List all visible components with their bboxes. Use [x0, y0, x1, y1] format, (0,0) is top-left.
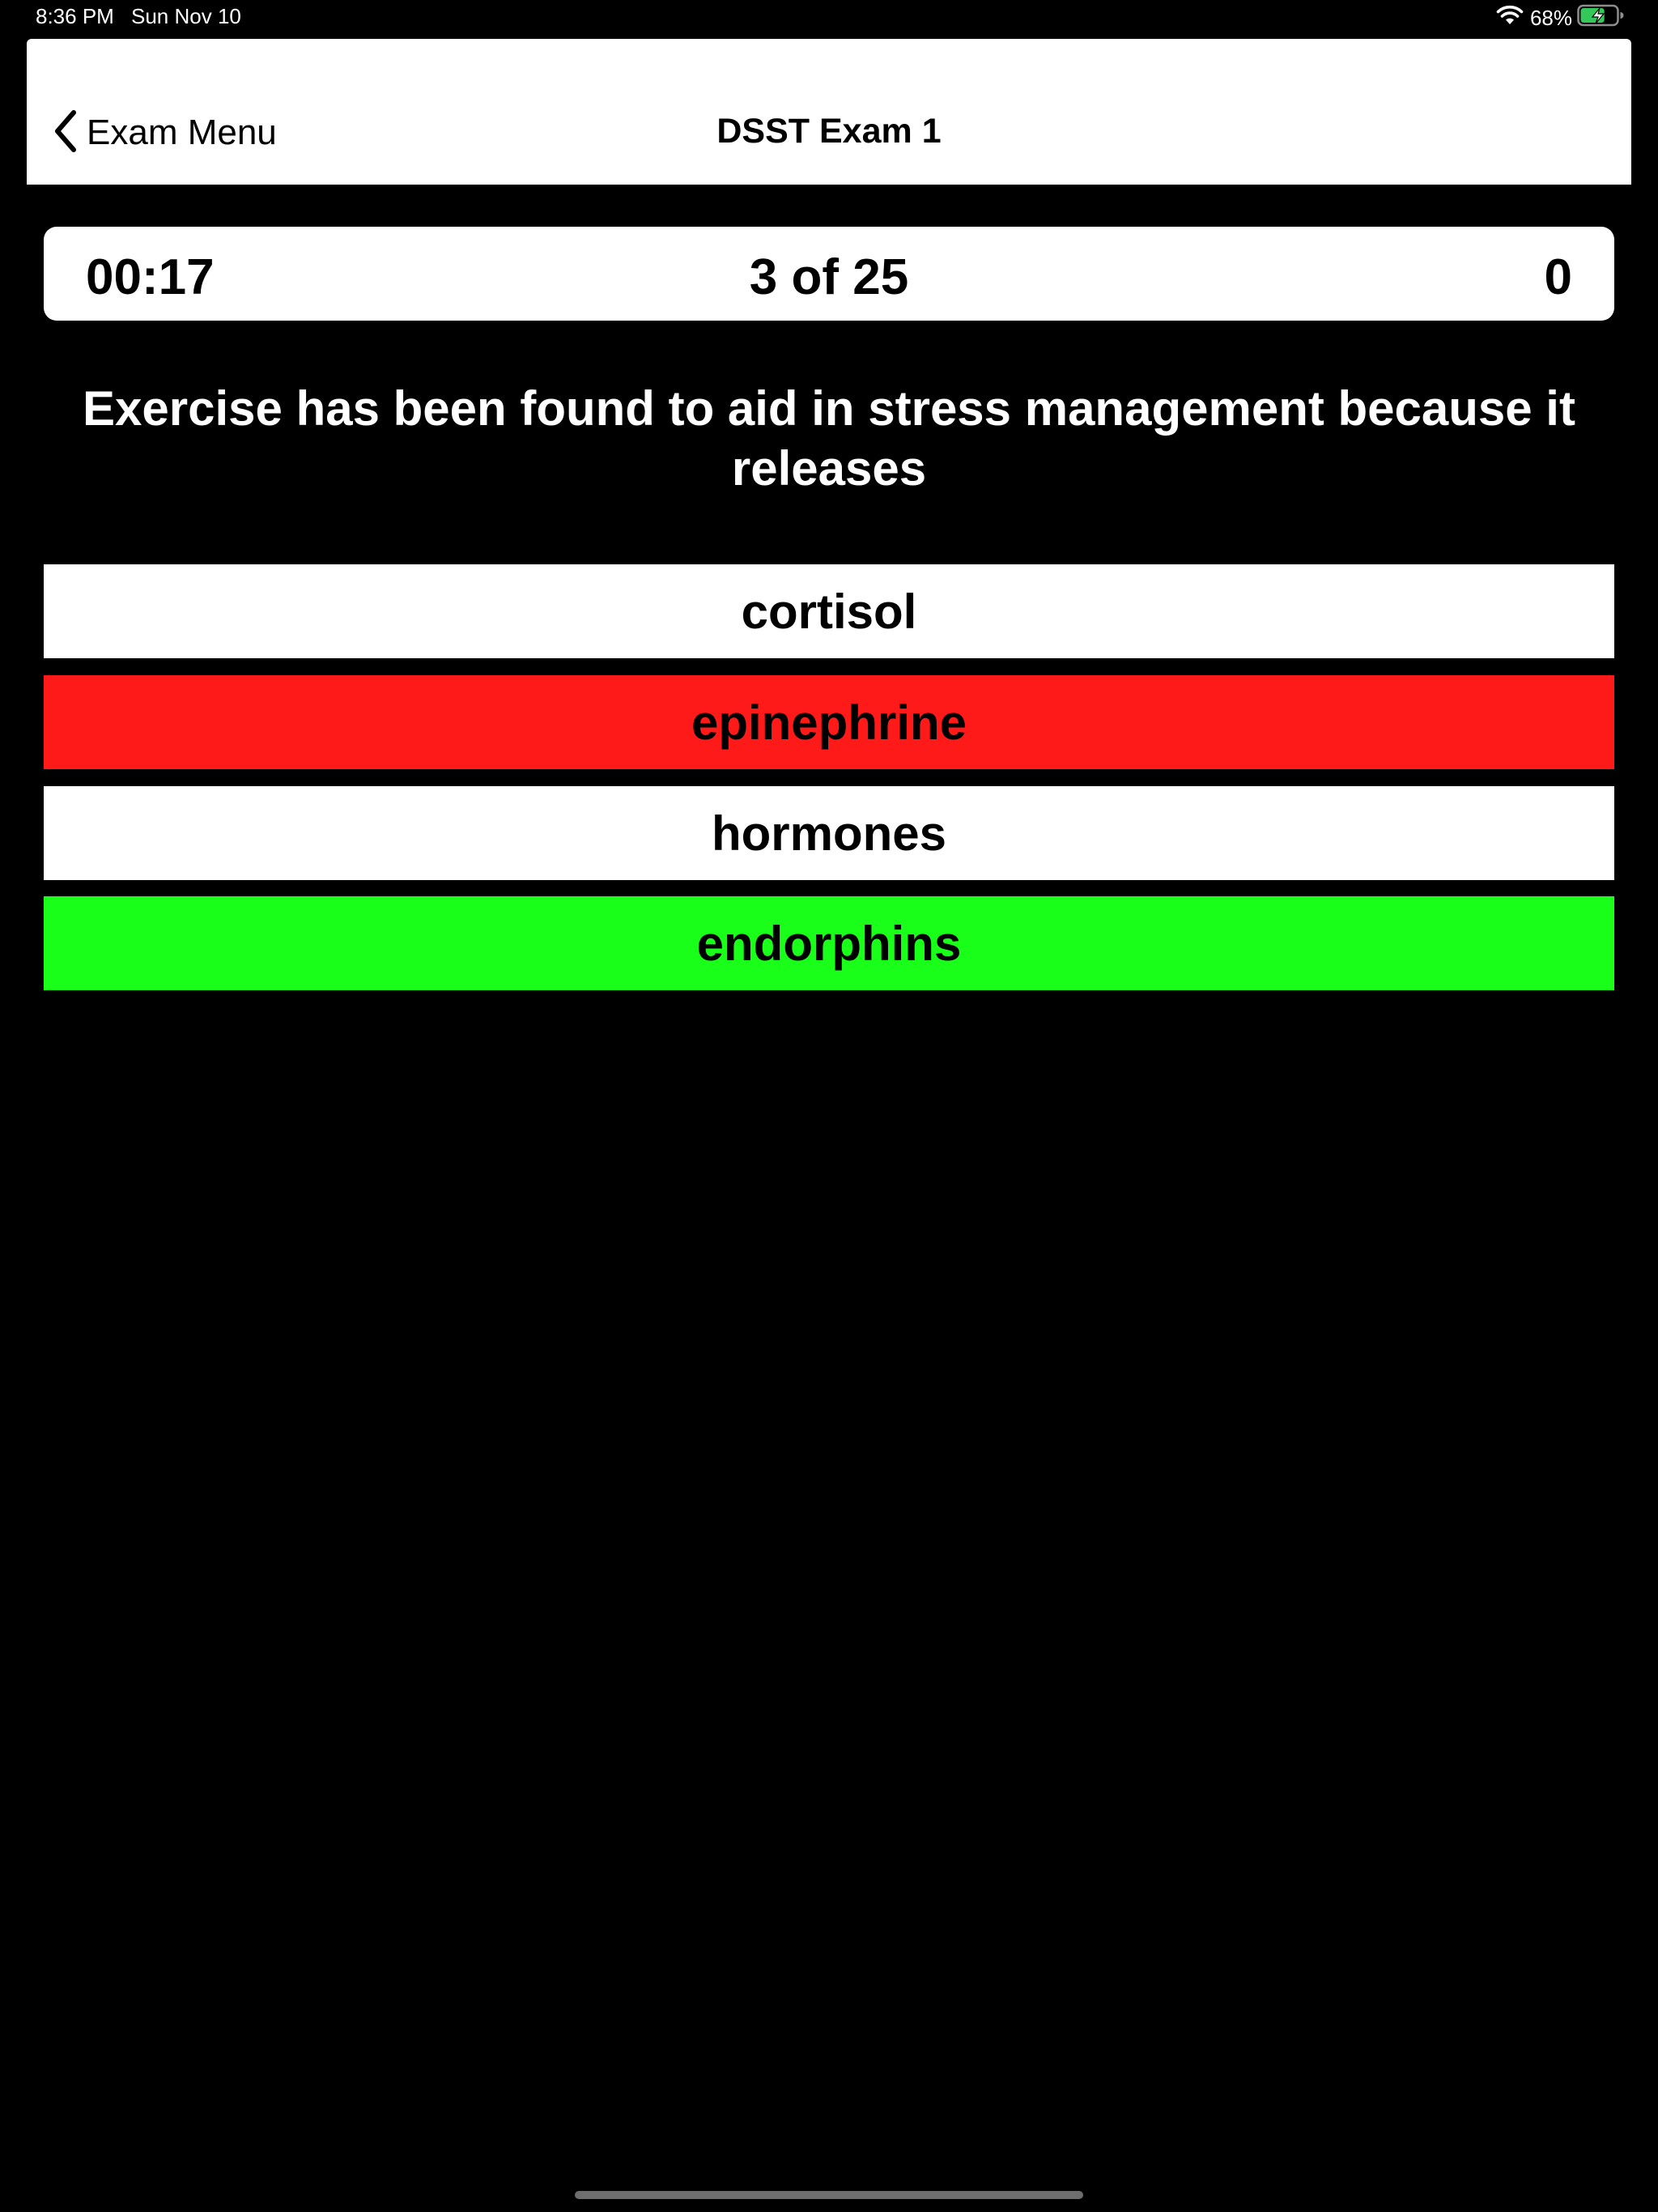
- question-progress: 3 of 25: [749, 249, 909, 305]
- score: 0: [1544, 249, 1572, 305]
- status-bar: 8:36 PM Sun Nov 10 68%: [0, 0, 1658, 37]
- answer-option[interactable]: cortisol: [44, 564, 1614, 658]
- answer-label: cortisol: [741, 584, 917, 639]
- battery-percent: 68%: [1529, 5, 1572, 30]
- navigation-bar: Exam Menu DSST Exam 1: [27, 39, 1631, 185]
- answer-label: epinephrine: [691, 695, 967, 750]
- home-indicator[interactable]: [575, 2191, 1083, 2199]
- answer-label: hormones: [711, 806, 947, 861]
- battery-charging-icon: [1577, 3, 1624, 33]
- status-time: 8:36 PM: [36, 4, 114, 28]
- answer-option-correct[interactable]: endorphins: [44, 896, 1614, 990]
- status-date: Sun Nov 10: [131, 4, 241, 28]
- status-indicators: 68%: [1496, 3, 1624, 32]
- exam-info-bar: 00:17 3 of 25 0: [44, 227, 1614, 321]
- answer-label: endorphins: [696, 916, 962, 971]
- page-title: DSST Exam 1: [716, 112, 942, 151]
- answer-option-incorrect[interactable]: epinephrine: [44, 675, 1614, 769]
- answer-option[interactable]: hormones: [44, 786, 1614, 880]
- wifi-icon: [1496, 5, 1530, 32]
- question-text: Exercise has been found to aid in stress…: [83, 381, 1575, 496]
